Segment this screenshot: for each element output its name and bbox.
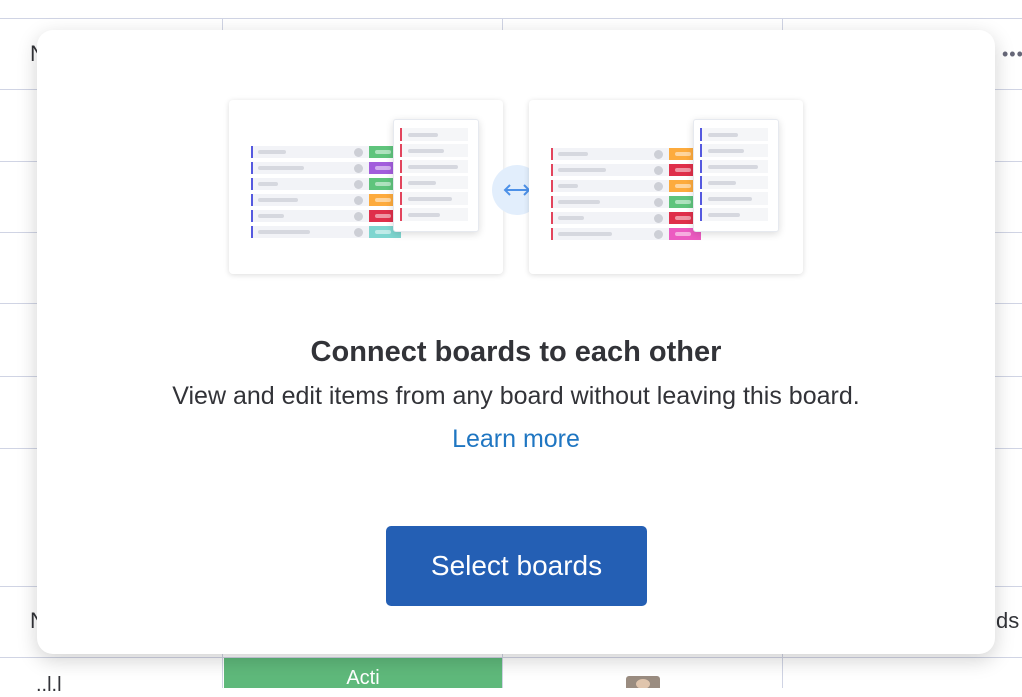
illustration-row <box>551 196 701 208</box>
learn-more-link[interactable]: Learn more <box>37 425 995 454</box>
illustration-row <box>551 228 701 240</box>
board-card-illustration <box>529 100 803 274</box>
illustration-row <box>251 226 401 238</box>
illustration-row <box>551 212 701 224</box>
illustration-row <box>251 178 401 190</box>
illustration-popup <box>393 119 479 232</box>
connect-boards-illustration <box>229 100 804 275</box>
illustration-row <box>551 164 701 176</box>
illustration-row <box>251 194 401 206</box>
select-boards-button[interactable]: Select boards <box>386 526 647 606</box>
grid-line <box>0 18 1022 19</box>
connect-boards-modal: Connect boards to each other View and ed… <box>37 30 995 654</box>
modal-subtitle: View and edit items from any board witho… <box>172 382 860 410</box>
status-cell[interactable]: Acti <box>224 658 502 688</box>
board-card-illustration <box>229 100 503 274</box>
modal-title: Connect boards to each other <box>310 336 722 368</box>
illustration-row <box>551 148 701 160</box>
illustration-popup <box>693 119 779 232</box>
illustration-row <box>551 180 701 192</box>
illustration-row <box>251 146 401 158</box>
illustration-row <box>251 162 401 174</box>
grid-line <box>0 657 1022 658</box>
item-name-fragment: ..l.l <box>36 674 62 696</box>
column-header-fragment: ds <box>996 608 1020 633</box>
more-horizontal-icon[interactable]: ••• <box>1002 44 1022 65</box>
status-label: Acti <box>346 667 380 688</box>
illustration-row <box>251 210 401 222</box>
person-avatar[interactable] <box>626 676 660 688</box>
